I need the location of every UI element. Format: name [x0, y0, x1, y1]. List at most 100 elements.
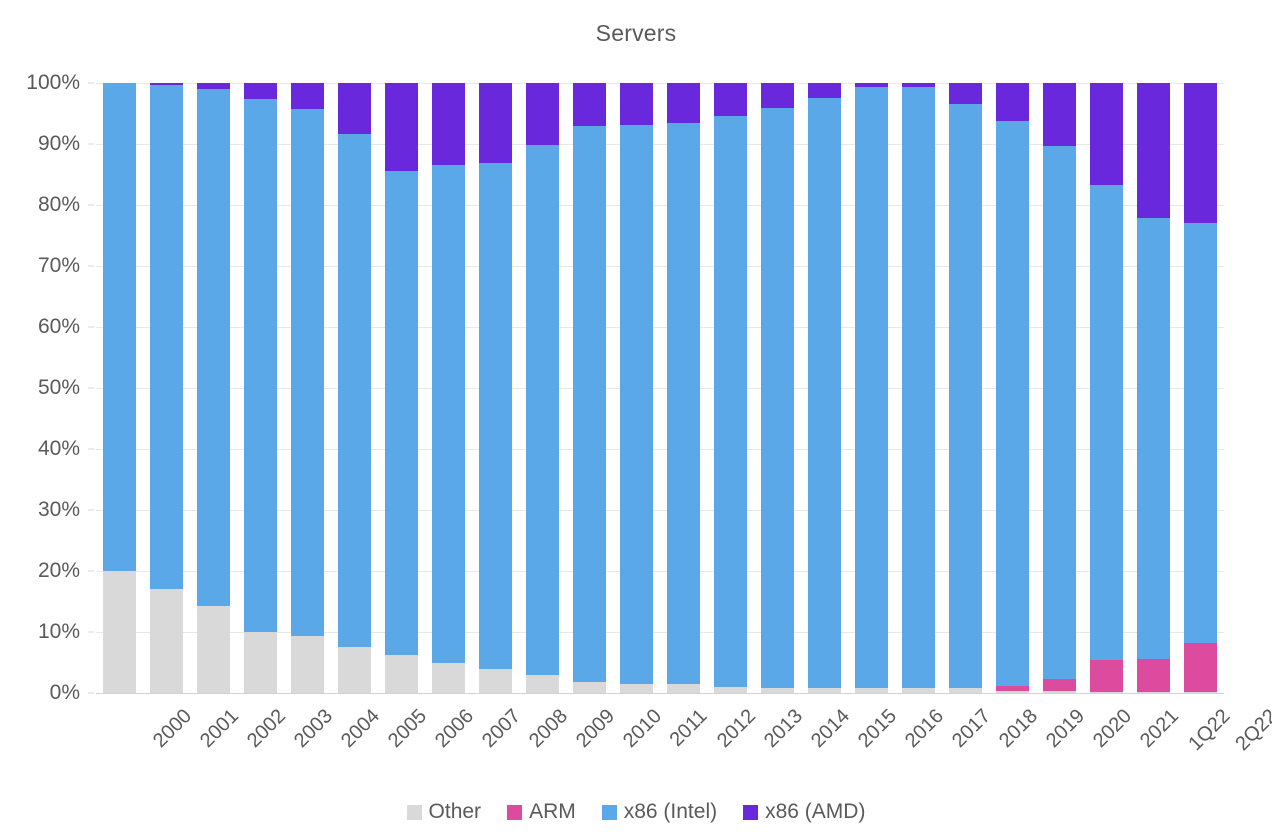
bar-segment-arm[interactable] [1184, 642, 1217, 692]
x-axis-tick-label: 2008 [524, 705, 572, 753]
bar-group[interactable] [338, 83, 371, 693]
bar-segment-other[interactable] [667, 684, 700, 693]
bar-segment-x86-intel[interactable] [103, 83, 136, 571]
bar-segment-x86-intel[interactable] [244, 99, 277, 632]
bar-segment-other[interactable] [620, 683, 653, 693]
bar-group[interactable] [1184, 83, 1217, 693]
legend-item[interactable]: ARM [507, 800, 576, 824]
bar-segment-other[interactable] [244, 632, 277, 693]
bar-group[interactable] [479, 83, 512, 693]
bar-group[interactable] [103, 83, 136, 693]
bar-segment-x86-intel[interactable] [1090, 185, 1123, 661]
bar-group[interactable] [197, 83, 230, 693]
bar-segment-x86-intel[interactable] [1043, 145, 1076, 679]
bar-segment-x86-amd[interactable] [761, 83, 794, 109]
bar-group[interactable] [291, 83, 324, 693]
bar-group[interactable] [1090, 83, 1123, 693]
bar-segment-other[interactable] [573, 682, 606, 693]
bar-segment-x86-intel[interactable] [620, 124, 653, 684]
bar-segment-x86-amd[interactable] [949, 83, 982, 104]
bar-segment-x86-intel[interactable] [714, 115, 747, 687]
bar-group[interactable] [902, 83, 935, 693]
bar-segment-x86-intel[interactable] [291, 109, 324, 637]
bar-segment-x86-intel[interactable] [526, 145, 559, 675]
bar-segment-x86-intel[interactable] [150, 85, 183, 590]
bar-segment-arm[interactable] [1043, 678, 1076, 692]
y-axis-tick-mark [88, 448, 94, 450]
x-axis-tick-label: 2002 [242, 705, 290, 753]
legend-swatch-icon [406, 804, 422, 820]
bar-group[interactable] [385, 83, 418, 693]
bar-segment-x86-intel[interactable] [1184, 223, 1217, 643]
bar-segment-x86-intel[interactable] [573, 125, 606, 683]
bar-segment-x86-amd[interactable] [338, 83, 371, 134]
bar-segment-x86-intel[interactable] [667, 123, 700, 685]
y-axis: 0% 10% 20% 30% 40% 50% 60% 70% 80% 90% 100% [0, 71, 94, 704]
bar-group[interactable] [714, 83, 747, 693]
bar-segment-arm[interactable] [1090, 660, 1123, 692]
bar-segment-x86-intel[interactable] [808, 97, 841, 689]
bar-group[interactable] [244, 83, 277, 693]
bar-segment-arm[interactable] [1137, 658, 1170, 692]
bar-segment-other[interactable] [197, 606, 230, 693]
bar-segment-x86-intel[interactable] [385, 171, 418, 656]
bar-segment-x86-amd[interactable] [1184, 83, 1217, 224]
bar-group[interactable] [526, 83, 559, 693]
bar-segment-x86-intel[interactable] [902, 86, 935, 688]
bar-segment-x86-intel[interactable] [1137, 217, 1170, 659]
bar-segment-other[interactable] [291, 636, 324, 693]
y-axis-tick-mark [88, 631, 94, 633]
bar-group[interactable] [996, 83, 1029, 693]
bar-segment-x86-amd[interactable] [385, 83, 418, 172]
x-axis-tick-label: 2011 [665, 705, 712, 751]
bar-group[interactable] [808, 83, 841, 693]
legend-item[interactable]: x86 (Intel) [601, 800, 717, 824]
bar-segment-x86-amd[interactable] [291, 83, 324, 110]
bar-segment-x86-amd[interactable] [1090, 83, 1123, 186]
bar-segment-x86-intel[interactable] [761, 108, 794, 689]
bar-segment-x86-amd[interactable] [244, 83, 277, 100]
bar-segment-other[interactable] [385, 655, 418, 693]
bar-segment-x86-amd[interactable] [996, 83, 1029, 122]
bar-group[interactable] [432, 83, 465, 693]
legend-item-label: Other [428, 800, 482, 823]
chart-legend: Other ARM x86 (Intel) x86 (AMD) [0, 800, 1272, 824]
bar-segment-x86-amd[interactable] [526, 83, 559, 146]
bar-segment-x86-intel[interactable] [855, 87, 888, 689]
bar-segment-other[interactable] [103, 571, 136, 693]
bar-segment-x86-intel[interactable] [338, 133, 371, 647]
bar-segment-x86-amd[interactable] [432, 83, 465, 165]
y-axis-tick-mark [88, 265, 94, 267]
bar-group[interactable] [949, 83, 982, 693]
bar-group[interactable] [1137, 83, 1170, 693]
bar-segment-x86-amd[interactable] [714, 83, 747, 116]
bar-segment-other[interactable] [479, 669, 512, 693]
bar-segment-x86-intel[interactable] [949, 103, 982, 688]
bar-segment-x86-intel[interactable] [996, 121, 1029, 686]
bar-group[interactable] [761, 83, 794, 693]
bar-segment-x86-amd[interactable] [1137, 83, 1170, 218]
bar-segment-other[interactable] [150, 589, 183, 693]
x-axis-tick-label: 2000 [148, 705, 196, 753]
bar-segment-x86-intel[interactable] [432, 164, 465, 663]
bar-group[interactable] [573, 83, 606, 693]
bar-segment-x86-amd[interactable] [808, 83, 841, 98]
bar-segment-x86-amd[interactable] [1043, 83, 1076, 146]
legend-item[interactable]: Other [406, 800, 482, 824]
bar-segment-x86-intel[interactable] [197, 88, 230, 607]
bar-segment-x86-amd[interactable] [479, 83, 512, 163]
bar-group[interactable] [150, 83, 183, 693]
bar-series-group [96, 83, 1224, 693]
bar-group[interactable] [620, 83, 653, 693]
bar-segment-other[interactable] [338, 646, 371, 693]
bar-segment-other[interactable] [526, 674, 559, 693]
legend-item[interactable]: x86 (AMD) [743, 800, 865, 824]
bar-segment-x86-amd[interactable] [620, 83, 653, 125]
bar-group[interactable] [667, 83, 700, 693]
bar-segment-x86-amd[interactable] [667, 83, 700, 124]
bar-segment-x86-amd[interactable] [573, 83, 606, 126]
bar-group[interactable] [855, 83, 888, 693]
bar-segment-other[interactable] [432, 662, 465, 693]
bar-segment-x86-intel[interactable] [479, 162, 512, 670]
bar-group[interactable] [1043, 83, 1076, 693]
